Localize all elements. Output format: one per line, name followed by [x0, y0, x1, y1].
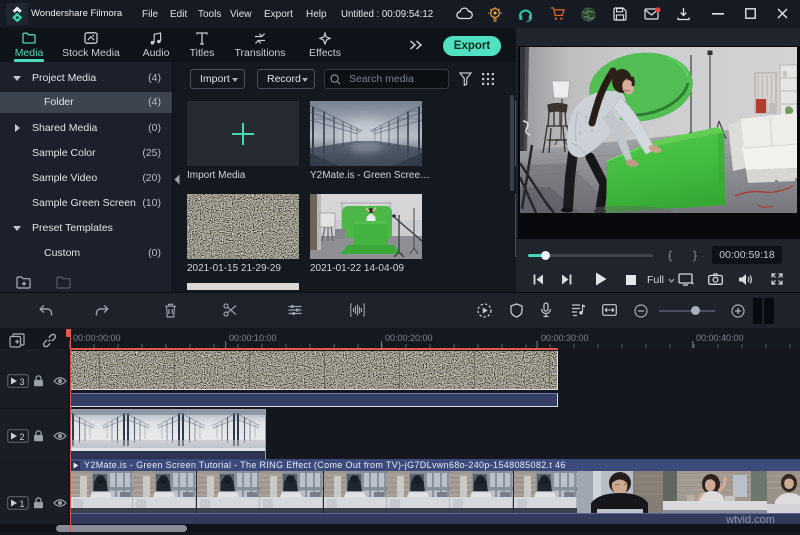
svg-text:2: 2 — [20, 432, 25, 442]
svg-text:1: 1 — [20, 499, 25, 509]
svg-text:3: 3 — [20, 377, 25, 387]
